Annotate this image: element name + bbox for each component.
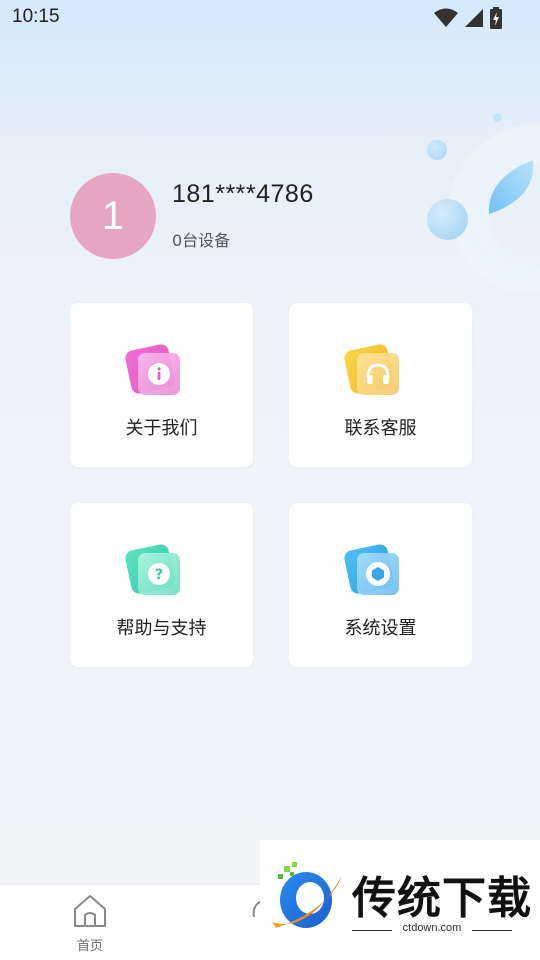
- battery-charging-icon: [490, 7, 502, 33]
- home-icon: [71, 895, 109, 933]
- help-support-card[interactable]: ? 帮助与支持: [70, 503, 253, 667]
- user-phone-number: 181****4786: [172, 180, 314, 208]
- mine-screen: 10:15 1 181****4786 0台设备 关于我们 联系客服 ? 帮助与…: [0, 0, 540, 960]
- watermark-title: 传统下载: [352, 873, 532, 924]
- avatar-initial: 1: [101, 193, 125, 238]
- nav-home[interactable]: 首页: [60, 893, 120, 957]
- status-bar: 10:15: [0, 0, 540, 38]
- about-us-label: 关于我们: [125, 418, 198, 439]
- hexagon-settings-icon: [342, 542, 403, 601]
- status-time: 10:15: [12, 6, 60, 27]
- watermark-url: ctdown.com: [402, 922, 462, 934]
- status-icons: [434, 7, 502, 33]
- decorative-bubble: [427, 199, 468, 240]
- system-settings-card[interactable]: 系统设置: [289, 503, 472, 667]
- decorative-bubble: [427, 140, 447, 160]
- about-us-card[interactable]: 关于我们: [70, 303, 253, 467]
- help-support-label: 帮助与支持: [116, 618, 207, 639]
- contact-service-label: 联系客服: [344, 418, 417, 439]
- decorative-leaf-icon: [487, 158, 535, 216]
- headset-icon: [342, 342, 403, 401]
- watermark-divider: [472, 930, 512, 931]
- watermark: 传统下载 ctdown.com: [260, 840, 540, 960]
- avatar[interactable]: 1: [70, 173, 156, 259]
- info-icon: [123, 342, 184, 401]
- signal-icon: [464, 8, 484, 32]
- device-count: 0台设备: [172, 231, 231, 250]
- svg-text:?: ?: [155, 567, 163, 583]
- question-icon: ?: [123, 542, 184, 601]
- wifi-icon: [434, 8, 458, 32]
- decorative-bubble: [493, 113, 502, 122]
- system-settings-label: 系统设置: [344, 618, 417, 639]
- nav-home-label: 首页: [76, 939, 103, 954]
- contact-service-card[interactable]: 联系客服: [289, 303, 472, 467]
- watermark-logo-icon: [268, 862, 348, 940]
